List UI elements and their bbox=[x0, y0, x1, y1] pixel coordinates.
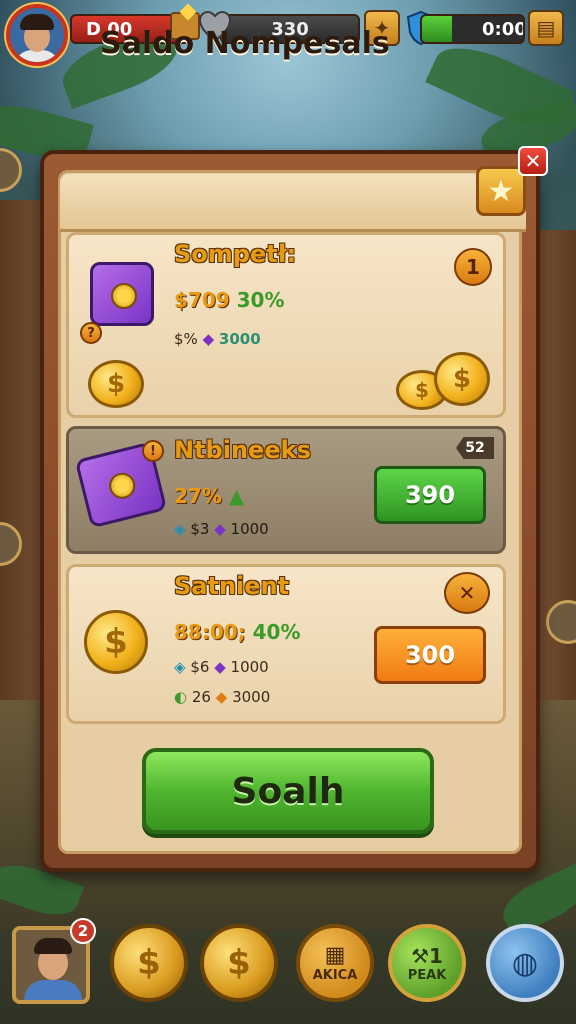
big-coin-icon: $ bbox=[84, 610, 148, 674]
gem-icon: ◆ bbox=[214, 520, 226, 538]
card-1-stat-percent: 30% bbox=[236, 288, 285, 312]
main-action-button[interactable]: Soalh bbox=[142, 748, 434, 834]
coin-icon: $ bbox=[88, 360, 144, 408]
panel-title: Saldo Nompesals bbox=[100, 26, 390, 61]
tools-badge-icon: ✕ bbox=[444, 572, 490, 614]
card-1-secondary-line: $% ◆ 3000 bbox=[174, 330, 261, 348]
buy-button-card-2[interactable]: 390 bbox=[374, 466, 486, 524]
profile-hair bbox=[34, 938, 72, 954]
energy-text: 0:00 bbox=[482, 18, 525, 40]
card-1-name: Sompetł: bbox=[174, 240, 297, 268]
bottle-icon: ◈ bbox=[174, 658, 186, 676]
dollar-icon: $ bbox=[137, 943, 161, 983]
card-3-line-2-b: 1000 bbox=[230, 658, 269, 676]
card-3-name: Satnient bbox=[174, 572, 290, 600]
shop-button[interactable]: ▦ AKICA bbox=[296, 924, 374, 1002]
globe-icon: ◍ bbox=[511, 945, 539, 981]
card-3-line-3: ◐ 26 ◆ 3000 bbox=[174, 688, 270, 706]
card-3-line-2-a: $6 bbox=[190, 658, 210, 676]
pickaxe-button[interactable]: ⚒1 PEAK bbox=[388, 924, 466, 1002]
card-3-stat-percent: 40% bbox=[252, 620, 301, 644]
card-1-secondary-b: 3000 bbox=[218, 330, 261, 348]
small-badge-icon: ? bbox=[80, 322, 102, 344]
coin-button-1[interactable]: $ bbox=[110, 924, 188, 1002]
card-1-stat-primary: $709 bbox=[174, 288, 230, 312]
player-avatar[interactable] bbox=[6, 4, 68, 66]
coin-button-2[interactable]: $ bbox=[200, 924, 278, 1002]
gem-icon: ◆ bbox=[214, 658, 226, 676]
coin-stack-top-icon: $ bbox=[434, 352, 490, 406]
purple-wallet-icon bbox=[90, 262, 154, 326]
avatar-shirt bbox=[14, 50, 60, 62]
buy-button-card-3[interactable]: 300 bbox=[374, 626, 486, 684]
card-3-line-2: ◈ $6 ◆ 1000 bbox=[174, 658, 269, 676]
dollar-icon: $ bbox=[227, 943, 251, 983]
coin-clasp-icon bbox=[106, 469, 138, 502]
globe-button[interactable]: ◍ bbox=[486, 924, 564, 1002]
title-plate bbox=[60, 174, 526, 232]
card-3-line-3-a: 26 bbox=[191, 688, 211, 706]
crystal-icon: ◆ bbox=[215, 688, 228, 706]
gem-icon: ◆ bbox=[202, 330, 215, 348]
card-2-secondary-b: 1000 bbox=[230, 520, 269, 538]
close-button[interactable]: ✕ bbox=[518, 146, 548, 176]
card-2-secondary-a: $3 bbox=[190, 520, 210, 538]
arrow-up-icon: ▲ bbox=[228, 484, 245, 508]
shop-icon: ▦ bbox=[324, 943, 346, 968]
energy-bar: 0:00 bbox=[420, 14, 525, 44]
card-2-tag: 52 bbox=[456, 437, 494, 459]
notification-badge: 2 bbox=[70, 918, 96, 944]
card-3-line-3-b: 3000 bbox=[232, 688, 271, 706]
small-badge-icon: ! bbox=[142, 440, 164, 462]
pick-count: 1 bbox=[429, 943, 443, 968]
shield-small-icon: ◈ bbox=[174, 520, 186, 538]
card-1-secondary-a: $% bbox=[174, 330, 198, 348]
profile-shirt bbox=[24, 980, 82, 1000]
pick-label: PEAK bbox=[407, 967, 447, 983]
background-wall-right bbox=[536, 230, 576, 750]
coin-clasp-icon bbox=[111, 283, 137, 309]
card-3-stat-primary: 88:00; bbox=[174, 620, 246, 644]
pickaxe-icon: ⚒ bbox=[411, 943, 429, 968]
leaf-icon: ◐ bbox=[174, 688, 188, 706]
avatar-hair bbox=[20, 14, 54, 30]
card-2-stat-primary: 27% bbox=[174, 484, 222, 508]
card-1-count-badge: 1 bbox=[454, 248, 492, 286]
card-2-secondary-line: ◈ $3 ◆ 1000 bbox=[174, 520, 269, 538]
shop-label: AKICA bbox=[312, 968, 358, 983]
card-2-name: Ntbineeks bbox=[174, 436, 311, 464]
settings-button[interactable]: ▤ bbox=[528, 10, 564, 46]
